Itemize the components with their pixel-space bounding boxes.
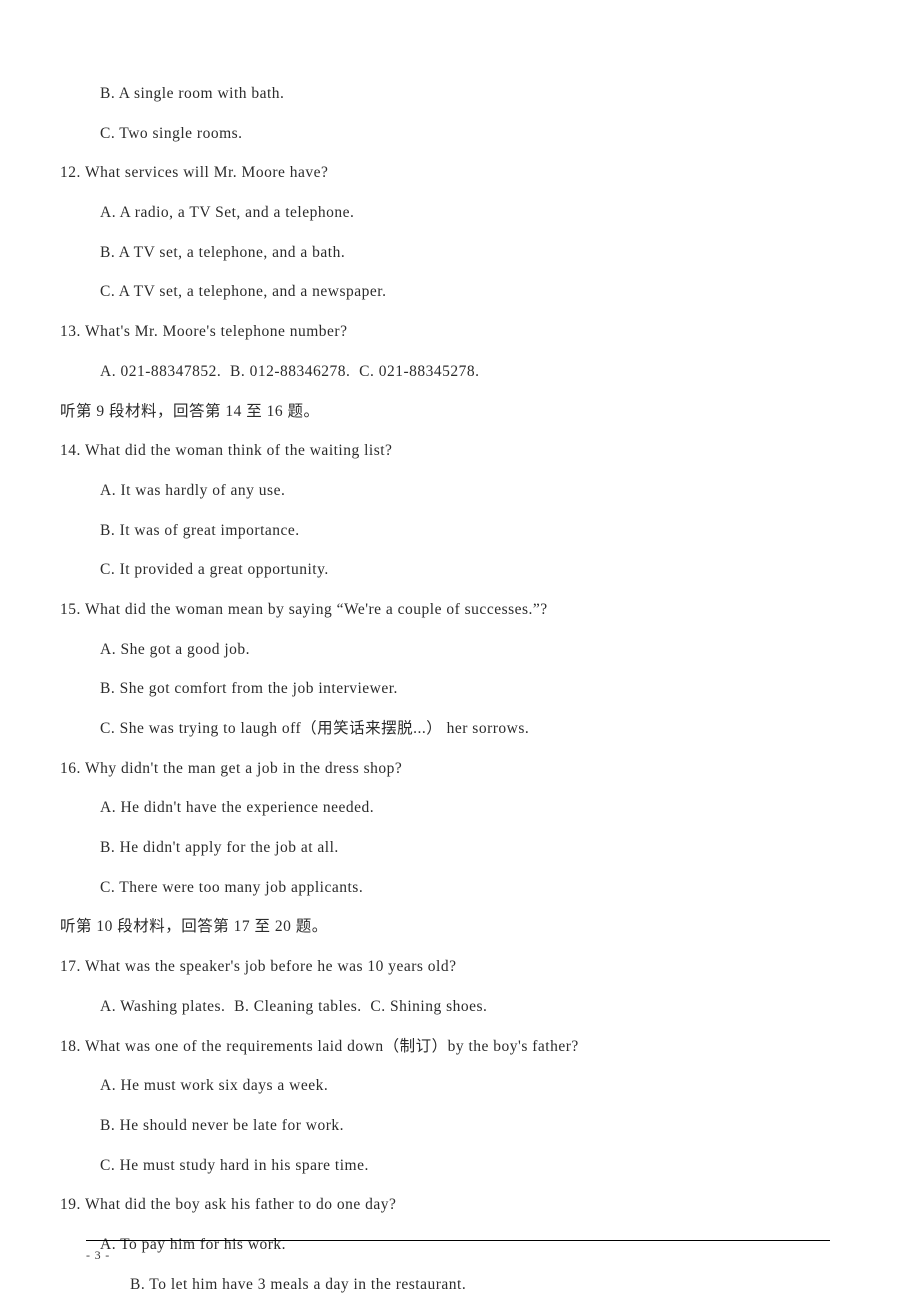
text-line: C. She was trying to laugh off（用笑话来摆脱...… [60,721,830,737]
text-line: C. A TV set, a telephone, and a newspape… [60,284,830,300]
footer-rule [86,1240,830,1241]
text-line: A. He didn't have the experience needed. [60,800,830,816]
text-line: B. To let him have 3 meals a day in the … [60,1277,830,1293]
text-line: C. It provided a great opportunity. [60,562,830,578]
text-line: B. A single room with bath. [60,86,830,102]
text-line: 15. What did the woman mean by saying “W… [60,602,830,618]
text-line: 听第 9 段材料，回答第 14 至 16 题。 [60,404,830,420]
text-line: 17. What was the speaker's job before he… [60,959,830,975]
text-line: C. There were too many job applicants. [60,880,830,896]
text-line: A. 021-88347852. B. 012-88346278. C. 021… [60,364,830,380]
text-line: 14. What did the woman think of the wait… [60,443,830,459]
text-line: A. Washing plates. B. Cleaning tables. C… [60,999,830,1015]
text-line: C. Two single rooms. [60,126,830,142]
text-line: B. It was of great importance. [60,523,830,539]
text-line: 18. What was one of the requirements lai… [60,1039,830,1055]
text-line: A. A radio, a TV Set, and a telephone. [60,205,830,221]
text-line: C. He must study hard in his spare time. [60,1158,830,1174]
text-line: B. He should never be late for work. [60,1118,830,1134]
content-block: B. A single room with bath. C. Two single… [60,86,830,1316]
text-line: B. A TV set, a telephone, and a bath. [60,245,830,261]
text-line: 12. What services will Mr. Moore have? [60,165,830,181]
text-line: A. She got a good job. [60,642,830,658]
text-line: A. It was hardly of any use. [60,483,830,499]
page-number: - 3 - [86,1249,110,1261]
text-line: B. She got comfort from the job intervie… [60,681,830,697]
text-line: 16. Why didn't the man get a job in the … [60,761,830,777]
text-line: A. He must work six days a week. [60,1078,830,1094]
page: B. A single room with bath. C. Two single… [0,0,920,1302]
text-line: 13. What's Mr. Moore's telephone number? [60,324,830,340]
text-line: B. He didn't apply for the job at all. [60,840,830,856]
text-line: 19. What did the boy ask his father to d… [60,1197,830,1213]
text-line: 听第 10 段材料，回答第 17 至 20 题。 [60,919,830,935]
